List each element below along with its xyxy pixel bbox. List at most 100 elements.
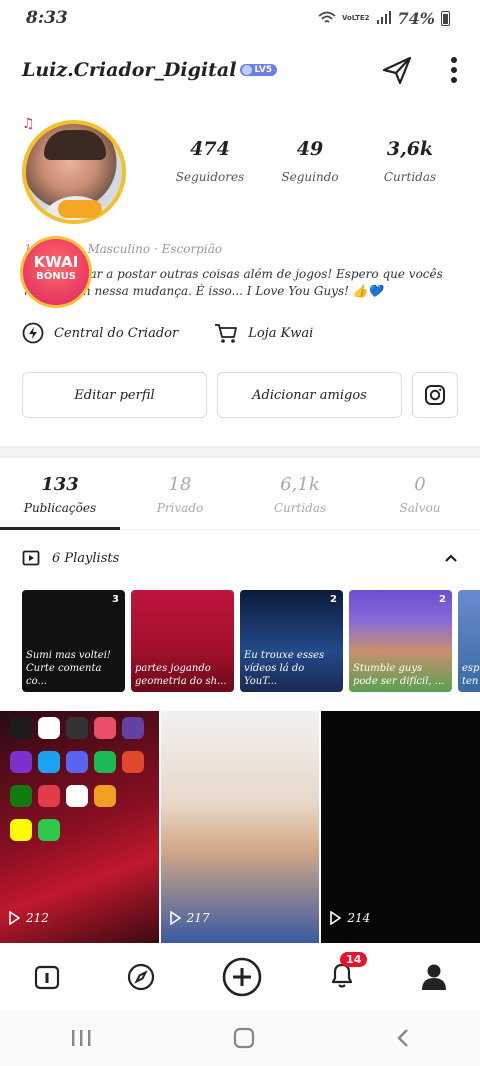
playlist-card[interactable]: 3 Sumi mas voltei! Curte comenta co... — [22, 590, 125, 692]
playlist-count: 2 — [330, 594, 337, 605]
playlist-card[interactable]: 2 Eu trouxe esses vídeos lá do YouT... — [240, 590, 343, 692]
profile-icon[interactable] — [421, 963, 447, 991]
kwai-bonus-badge[interactable]: KWAI BÔNUS — [20, 236, 92, 308]
kwai-bonus-line1: KWAI — [33, 253, 79, 271]
battery-percent: 74% — [397, 8, 435, 28]
video-view-count: 214 — [347, 911, 371, 925]
kwai-bonus-line2: BÔNUS — [36, 271, 76, 282]
level-dot-icon — [242, 65, 253, 75]
profile-links: Central do Criador Loja Kwai — [22, 322, 313, 344]
stat-value: 49 — [296, 138, 324, 160]
status-bar: 8:33 VoLTE2 74% — [0, 0, 480, 36]
video-views: 212 — [8, 911, 49, 925]
playlists-header[interactable]: 6 Playlists — [22, 544, 458, 572]
profile-header: Luiz.Criador_Digital LV5 — [0, 48, 480, 92]
system-nav-bar — [0, 1010, 480, 1066]
play-icon — [169, 911, 181, 925]
status-icons: VoLTE2 74% — [318, 9, 450, 28]
tab-count: 6,1k — [280, 474, 320, 495]
stat-value: 3,6k — [386, 138, 434, 160]
level-badge[interactable]: LV5 — [240, 64, 278, 76]
play-icon — [9, 911, 20, 925]
avatar[interactable]: ♫ — [18, 112, 138, 224]
create-post-icon[interactable] — [221, 956, 263, 998]
profile-stats: 474 Seguidores 49 Seguindo 3,6k Curtidas — [160, 138, 460, 184]
creator-center-label: Central do Criador — [54, 325, 179, 341]
music-note-icon: ♫ — [22, 116, 35, 132]
chevron-up-icon[interactable] — [444, 553, 458, 563]
video-thumbnail[interactable]: 214 — [321, 711, 480, 943]
share-icon[interactable] — [380, 55, 414, 85]
instagram-button[interactable] — [412, 372, 458, 418]
signal-icon — [376, 11, 391, 24]
section-divider — [0, 446, 480, 458]
kwai-shop-label: Loja Kwai — [248, 325, 314, 341]
playlist-caption: Sumi mas voltei! Curte comenta co... — [26, 650, 111, 687]
tab-label: Publicações — [23, 501, 97, 515]
tab-saved[interactable]: 0 Salvou — [360, 470, 480, 529]
tab-label: Privado — [156, 501, 204, 515]
playlist-caption: Stumble guys pode ser difícil, ... — [353, 663, 445, 687]
recent-apps-icon[interactable] — [70, 1028, 92, 1048]
avatar-frame-deco — [58, 200, 102, 218]
creator-center-link[interactable]: Central do Criador — [22, 322, 178, 344]
video-views: 217 — [169, 911, 210, 925]
stat-value: 474 — [190, 138, 230, 160]
stat-label: Curtidas — [383, 170, 437, 184]
stat-following[interactable]: 49 Seguindo — [260, 138, 360, 184]
network-label: VoLTE2 — [341, 14, 370, 22]
status-time: 8:33 — [26, 8, 68, 28]
video-views: 214 — [329, 911, 370, 925]
more-options-icon[interactable] — [450, 56, 458, 84]
wifi-icon — [318, 11, 336, 23]
video-view-count: 212 — [26, 911, 49, 925]
playlist-caption: Eu trouxe esses vídeos lá do YouT... — [244, 650, 325, 687]
bottom-nav: 14 — [0, 946, 480, 1008]
battery-icon — [441, 10, 450, 26]
tab-likes[interactable]: 6,1k Curtidas — [240, 470, 360, 529]
home-button-icon[interactable] — [233, 1027, 255, 1049]
tab-private[interactable]: 18 Privado — [120, 470, 240, 529]
lightning-icon — [22, 322, 44, 344]
playlists-row: 3 Sumi mas voltei! Curte comenta co... p… — [22, 590, 480, 692]
explore-icon[interactable] — [126, 962, 156, 992]
tab-count: 133 — [41, 474, 79, 495]
kwai-shop-link[interactable]: Loja Kwai — [214, 322, 313, 344]
stat-label: Seguidores — [175, 170, 245, 184]
notifications-button[interactable]: 14 — [328, 952, 368, 994]
add-friends-button[interactable]: Adicionar amigos — [217, 372, 402, 418]
playlist-icon — [22, 550, 40, 566]
playlist-card[interactable]: 2 Stumble guys pode ser difícil, ... — [349, 590, 452, 692]
video-grid: 212 217 214 — [0, 711, 480, 943]
notification-badge: 14 — [340, 952, 368, 967]
content-tabs: 133 Publicações 18 Privado 6,1k Curtidas… — [0, 470, 480, 530]
tab-label: Curtidas — [273, 501, 327, 515]
tab-label: Salvou — [399, 501, 441, 515]
playlists-title: 6 Playlists — [52, 550, 120, 566]
play-icon — [330, 911, 342, 925]
thumbnail-app-icons — [10, 717, 150, 841]
playlist-caption: esp ten — [462, 663, 480, 687]
profile-action-buttons: Editar perfil Adicionar amigos — [22, 372, 458, 418]
playlist-card[interactable]: partes jogando geometria do sh... — [131, 590, 234, 692]
tab-count: 18 — [168, 474, 192, 495]
level-badge-label: LV5 — [254, 65, 273, 75]
playlist-count: 3 — [112, 594, 119, 605]
instagram-icon — [425, 385, 445, 405]
tab-count: 0 — [414, 474, 426, 495]
stat-followers[interactable]: 474 Seguidores — [160, 138, 260, 184]
stat-label: Seguindo — [281, 170, 339, 184]
playlist-card[interactable]: esp ten — [458, 590, 480, 692]
video-view-count: 217 — [186, 911, 210, 925]
playlist-caption: partes jogando geometria do sh... — [135, 663, 227, 687]
home-icon[interactable] — [33, 963, 61, 991]
stat-likes[interactable]: 3,6k Curtidas — [360, 138, 460, 184]
video-thumbnail[interactable]: 217 — [160, 711, 320, 943]
playlist-count: 2 — [439, 594, 446, 605]
cart-icon — [215, 324, 238, 343]
username: Luiz.Criador_Digital — [22, 59, 237, 81]
tab-publications[interactable]: 133 Publicações — [0, 470, 120, 530]
video-thumbnail[interactable]: 212 — [0, 711, 159, 943]
edit-profile-button[interactable]: Editar perfil — [22, 372, 207, 418]
back-icon[interactable] — [396, 1028, 410, 1048]
